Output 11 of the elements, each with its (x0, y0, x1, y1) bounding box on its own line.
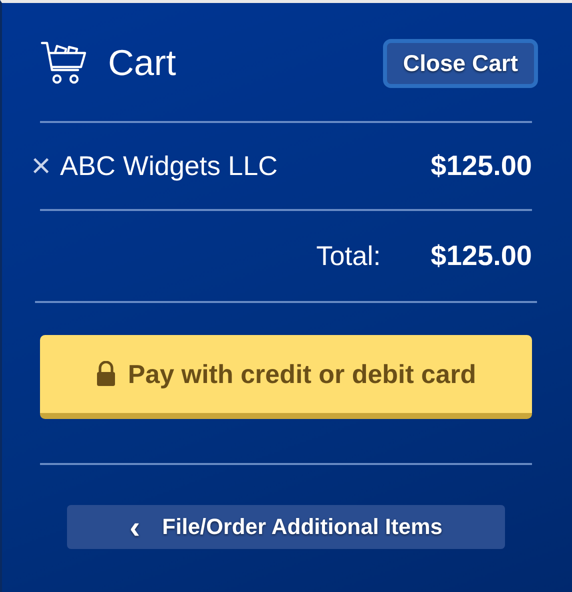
cart-title: Cart (108, 42, 176, 84)
total-amount: $125.00 (430, 240, 532, 272)
back-button[interactable]: ‹ File/Order Additional Items (67, 505, 505, 549)
cart-icon (40, 40, 88, 86)
close-cart-button[interactable]: Close Cart (382, 38, 538, 88)
remove-button[interactable]: × (26, 149, 56, 183)
item-price: $125.00 (430, 150, 532, 182)
item-name: ABC Widgets LLC (60, 150, 279, 182)
pay-button[interactable]: Pay with credit or debit card (40, 335, 532, 419)
total-label: Total: (316, 240, 381, 272)
lock-icon (96, 361, 116, 387)
